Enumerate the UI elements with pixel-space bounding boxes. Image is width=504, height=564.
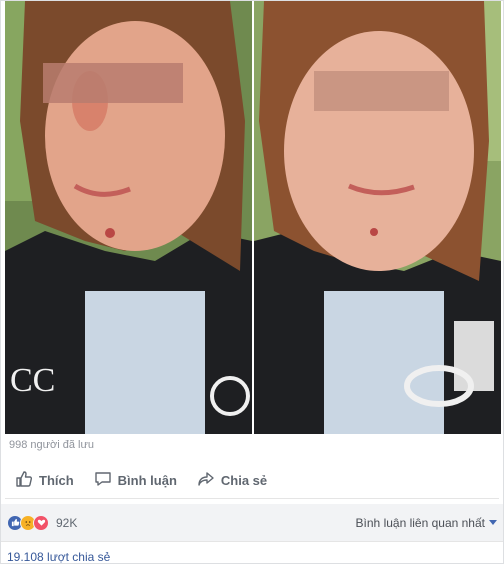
reaction-count[interactable]: 92K xyxy=(56,516,77,530)
like-icon xyxy=(15,470,33,491)
share-icon xyxy=(197,470,215,491)
photo-grid: CC xyxy=(5,1,501,434)
like-button[interactable]: Thích xyxy=(5,466,84,496)
comment-button[interactable]: Bình luận xyxy=(84,466,187,496)
action-bar: Thích Bình luận Chia sẻ xyxy=(5,463,499,499)
reaction-icons[interactable] xyxy=(7,514,49,531)
caret-down-icon xyxy=(489,520,497,525)
comment-icon xyxy=(94,470,112,491)
photo-right[interactable] xyxy=(254,1,501,434)
comment-sort-dropdown[interactable]: Bình luận liên quan nhất xyxy=(356,516,497,530)
saved-count[interactable]: 998 người đã lưu xyxy=(9,439,94,451)
love-reaction-icon xyxy=(33,514,49,531)
share-button[interactable]: Chia sẻ xyxy=(187,466,277,496)
svg-text:CC: CC xyxy=(10,362,55,399)
reactions-bar: 92K Bình luận liên quan nhất xyxy=(1,504,503,542)
like-label: Thích xyxy=(39,473,74,488)
share-label: Chia sẻ xyxy=(220,473,268,488)
facebook-post: CC 998 người đã lưu Thích Bình luận Chia… xyxy=(0,0,504,564)
share-count[interactable]: 19.108 lượt chia sẻ xyxy=(7,550,110,564)
photo-left[interactable]: CC xyxy=(5,1,252,434)
comment-label: Bình luận xyxy=(117,473,177,488)
comment-sort-label: Bình luận liên quan nhất xyxy=(355,515,485,530)
